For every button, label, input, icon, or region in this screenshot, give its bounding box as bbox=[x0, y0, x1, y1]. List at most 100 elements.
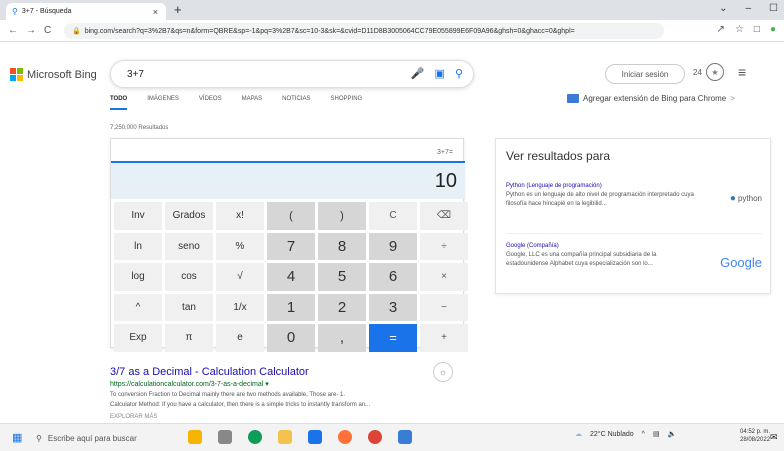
search-icon[interactable]: ⚲ bbox=[455, 67, 463, 80]
file-explorer-icon[interactable] bbox=[278, 430, 292, 444]
sign-in-button[interactable]: Iniciar sesión bbox=[605, 64, 685, 84]
key-plus[interactable]: + bbox=[420, 324, 468, 352]
key-ln[interactable]: ln bbox=[114, 232, 162, 260]
store-icon[interactable] bbox=[308, 430, 322, 444]
explore-more-label: EXPLORAR MÁS bbox=[110, 414, 158, 420]
weather-text[interactable]: 22°C Nublado bbox=[590, 431, 634, 438]
key-8[interactable]: 8 bbox=[318, 232, 366, 260]
key-2[interactable]: 2 bbox=[318, 293, 366, 321]
profile-icon[interactable]: ● bbox=[770, 24, 776, 35]
bing-logo[interactable]: Microsoft Bing bbox=[10, 68, 97, 81]
maximize-icon[interactable]: ☐ bbox=[769, 3, 778, 14]
key-5[interactable]: 5 bbox=[318, 263, 366, 291]
tab-imagenes[interactable]: IMÁGENES bbox=[147, 96, 179, 110]
windows-start-icon[interactable]: ▦ bbox=[12, 431, 22, 444]
key-open-paren[interactable]: ( bbox=[267, 202, 315, 230]
key-4[interactable]: 4 bbox=[267, 263, 315, 291]
notifications-icon[interactable]: ✉ bbox=[770, 432, 778, 443]
visual-search-icon[interactable]: ▣ bbox=[435, 67, 445, 80]
rewards-points[interactable]: 24 bbox=[693, 68, 702, 77]
tab-shopping[interactable]: SHOPPING bbox=[331, 96, 363, 110]
lightbulb-icon[interactable]: ☼ bbox=[433, 362, 453, 382]
edge-icon[interactable] bbox=[248, 430, 262, 444]
forward-icon[interactable]: → bbox=[26, 25, 36, 36]
sidebar-icon[interactable]: □ bbox=[754, 24, 760, 35]
key-tan[interactable]: tan bbox=[165, 293, 213, 321]
key-divide[interactable]: ÷ bbox=[420, 232, 468, 260]
taskbar-search[interactable]: ⚲ Escribe aquí para buscar bbox=[26, 426, 176, 450]
reload-icon[interactable]: C bbox=[44, 25, 51, 36]
address-bar[interactable]: 🔒 bing.com/search?q=3%2B7&qs=n&form=QBRE… bbox=[64, 23, 664, 39]
key-pi[interactable]: π bbox=[165, 324, 213, 352]
entity-desc: Google, LLC es una compañía principal su… bbox=[506, 252, 657, 267]
extension-promo[interactable]: Agregar extensión de Bing para Chrome > bbox=[567, 94, 735, 103]
back-icon[interactable]: ← bbox=[8, 25, 18, 36]
browser-toolbar: ← → C 🔒 bing.com/search?q=3%2B7&qs=n&for… bbox=[0, 20, 784, 42]
key-grados[interactable]: Grados bbox=[165, 202, 213, 230]
chevron-down-icon[interactable]: ⌄ bbox=[719, 3, 727, 14]
key-cos[interactable]: cos bbox=[165, 263, 213, 291]
result-title-link[interactable]: 3/7 as a Decimal - Calculation Calculato… bbox=[110, 366, 460, 378]
key-9[interactable]: 9 bbox=[369, 232, 417, 260]
key-e[interactable]: e bbox=[216, 324, 264, 352]
tab-videos[interactable]: VÍDEOS bbox=[199, 96, 222, 110]
key-1[interactable]: 1 bbox=[267, 293, 315, 321]
entity-google[interactable]: Google (Compañía) Google, LLC es una com… bbox=[506, 243, 762, 270]
tab-todo[interactable]: TODO bbox=[110, 96, 128, 110]
close-tab-icon[interactable]: × bbox=[153, 7, 158, 17]
key-factorial[interactable]: x! bbox=[216, 202, 264, 230]
key-multiply[interactable]: × bbox=[420, 263, 468, 291]
search-input[interactable]: 3+7 🎤 ▣ ⚲ bbox=[110, 60, 474, 88]
rewards-icon[interactable]: ★ bbox=[706, 63, 724, 81]
key-close-paren[interactable]: ) bbox=[318, 202, 366, 230]
network-icon[interactable]: ▤ bbox=[653, 430, 660, 438]
hamburger-menu-icon[interactable]: ≡ bbox=[738, 64, 746, 80]
key-exp[interactable]: Exp bbox=[114, 324, 162, 352]
weather-widget-icon[interactable] bbox=[188, 430, 202, 444]
key-3[interactable]: 3 bbox=[369, 293, 417, 321]
chrome-icon[interactable] bbox=[368, 430, 382, 444]
key-6[interactable]: 6 bbox=[369, 263, 417, 291]
share-icon[interactable]: ↗ bbox=[717, 24, 725, 35]
firefox-icon[interactable] bbox=[338, 430, 352, 444]
entity-name[interactable]: Python (Lenguaje de programación) bbox=[506, 183, 762, 189]
tab-noticias[interactable]: NOTICIAS bbox=[282, 96, 310, 110]
key-seno[interactable]: seno bbox=[165, 232, 213, 260]
key-power[interactable]: ^ bbox=[114, 293, 162, 321]
result-url[interactable]: https://calculationcalculator.com/3-7-as… bbox=[110, 380, 460, 388]
browser-tab[interactable]: ⚲ 3+7 - Búsqueda × bbox=[6, 3, 166, 20]
taskbar: ▦ ⚲ Escribe aquí para buscar ☁ 22°C Nubl… bbox=[0, 423, 784, 451]
extension-icon bbox=[567, 94, 579, 103]
chevron-right-icon: > bbox=[730, 94, 735, 103]
key-inv[interactable]: Inv bbox=[114, 202, 162, 230]
tab-mapas[interactable]: MAPAS bbox=[242, 96, 263, 110]
key-log[interactable]: log bbox=[114, 263, 162, 291]
key-minus[interactable]: − bbox=[420, 293, 468, 321]
search-result: 3/7 as a Decimal - Calculation Calculato… bbox=[110, 366, 460, 410]
chevron-up-icon[interactable]: ^ bbox=[642, 431, 645, 438]
key-clear[interactable]: C bbox=[369, 202, 417, 230]
chevron-down-icon[interactable]: ▾ bbox=[265, 381, 269, 388]
app-icon[interactable] bbox=[398, 430, 412, 444]
star-icon[interactable]: ☆ bbox=[735, 24, 744, 35]
microphone-icon[interactable]: 🎤 bbox=[411, 67, 425, 80]
search-icon: ⚲ bbox=[12, 7, 18, 16]
new-tab-button[interactable]: + bbox=[174, 2, 182, 17]
key-7[interactable]: 7 bbox=[267, 232, 315, 260]
entity-desc: Python es un lenguaje de alto nivel de p… bbox=[506, 192, 694, 207]
key-sqrt[interactable]: √ bbox=[216, 263, 264, 291]
backspace-icon[interactable]: ⌫ bbox=[420, 202, 468, 230]
task-view-icon[interactable] bbox=[218, 430, 232, 444]
entity-python[interactable]: Python (Lenguaje de programación) Python… bbox=[506, 183, 762, 209]
minimize-icon[interactable]: – bbox=[745, 3, 751, 14]
key-equals[interactable]: = bbox=[369, 324, 417, 352]
key-0[interactable]: 0 bbox=[267, 324, 315, 352]
volume-icon[interactable]: 🔈 bbox=[668, 430, 677, 438]
clock[interactable]: 04:52 p. m. 28/08/2022 bbox=[740, 428, 770, 444]
key-comma[interactable]: , bbox=[318, 324, 366, 352]
entity-name[interactable]: Google (Compañía) bbox=[506, 243, 762, 249]
microsoft-logo-icon bbox=[10, 68, 23, 81]
python-icon: ● bbox=[729, 193, 736, 204]
key-reciprocal[interactable]: 1/x bbox=[216, 293, 264, 321]
key-percent[interactable]: % bbox=[216, 232, 264, 260]
